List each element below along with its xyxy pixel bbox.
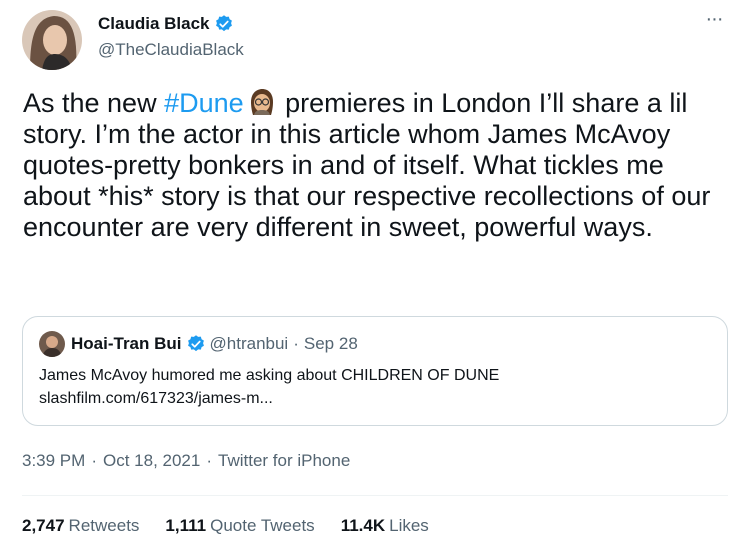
quoted-tweet-link[interactable]: slashfilm.com/617323/james-m... [39, 390, 273, 408]
more-options-icon[interactable]: ··· [701, 9, 727, 32]
author-avatar[interactable] [22, 10, 82, 70]
meta-separator: · [206, 451, 212, 470]
retweets-label: Retweets [68, 516, 140, 535]
likes-stat[interactable]: 11.4K Likes [341, 516, 429, 536]
quoted-author-handle[interactable]: @htranbui [210, 334, 289, 354]
quoted-meta-separator: · [293, 334, 299, 353]
author-display-name[interactable]: Claudia Black [98, 14, 210, 34]
verified-badge-icon [214, 14, 234, 34]
likes-label: Likes [389, 516, 429, 535]
hashtag-link[interactable]: #Dune [164, 88, 244, 118]
tweet-source[interactable]: Twitter for iPhone [218, 451, 350, 471]
tweet-date[interactable]: Oct 18, 2021 [103, 451, 200, 471]
tweet-text-start: As the new [23, 88, 165, 118]
quoted-tweet-text: James McAvoy humored me asking about CHI… [39, 367, 500, 384]
quote-tweets-stat[interactable]: 1,111 Quote Tweets [165, 516, 314, 536]
quoted-tweet-header: Hoai-Tran Bui @htranbui · Sep 28 [71, 334, 358, 354]
tweet-text: As the new #Dune premieres in London I’l… [23, 88, 723, 243]
retweets-count: 2,747 [22, 516, 65, 535]
retweets-stat[interactable]: 2,747 Retweets [22, 516, 139, 536]
quoted-author-name[interactable]: Hoai-Tran Bui [71, 334, 182, 354]
tweet: Claudia Black @TheClaudiaBlack ··· As th… [0, 0, 743, 549]
quote-tweets-label: Quote Tweets [210, 516, 315, 535]
quote-tweets-count: 1,111 [165, 516, 207, 535]
divider [22, 495, 728, 496]
quoted-author-avatar[interactable] [39, 331, 65, 357]
quoted-tweet-date[interactable]: Sep 28 [304, 334, 358, 354]
quoted-tweet-card[interactable]: Hoai-Tran Bui @htranbui · Sep 28 James M… [22, 316, 728, 426]
author-handle[interactable]: @TheClaudiaBlack [98, 40, 244, 60]
author-name-row: Claudia Black [98, 14, 234, 34]
tweet-timestamp-row: 3:39 PM · Oct 18, 2021 · Twitter for iPh… [22, 451, 350, 471]
meta-separator: · [91, 451, 97, 470]
tweet-time[interactable]: 3:39 PM [22, 451, 85, 471]
verified-badge-icon [186, 334, 206, 354]
dune-character-emoji-icon [246, 88, 276, 116]
likes-count: 11.4K [340, 516, 386, 535]
engagement-stats: 2,747 Retweets 1,111 Quote Tweets 11.4K Lik… [22, 516, 429, 536]
